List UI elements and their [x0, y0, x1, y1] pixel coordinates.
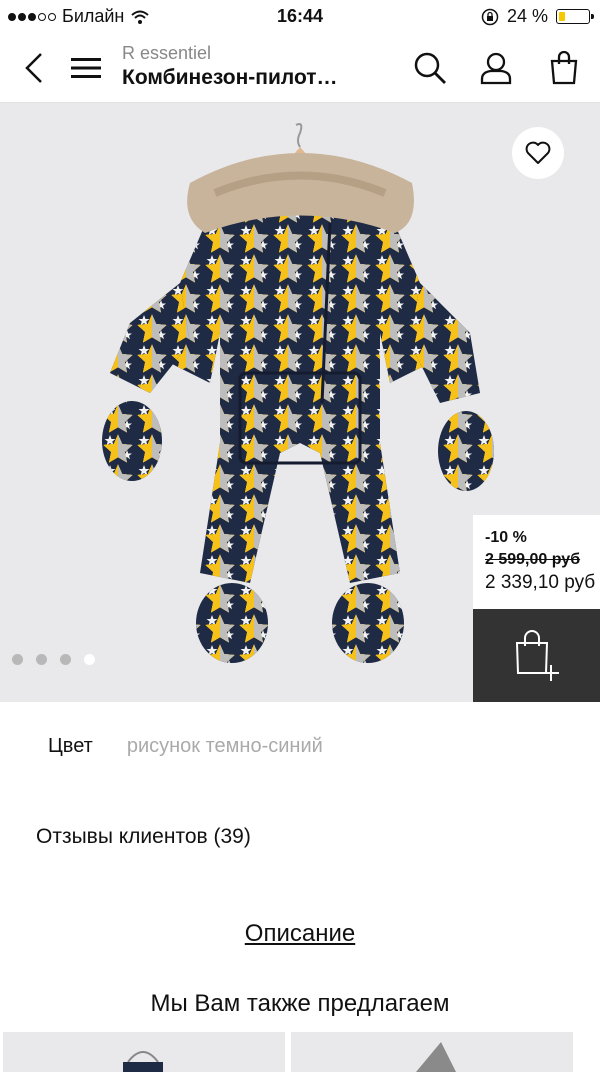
- menu-icon: [71, 58, 101, 78]
- color-label: Цвет: [48, 735, 93, 757]
- suggestions-list: [3, 1032, 600, 1072]
- favorite-button[interactable]: [512, 127, 564, 179]
- battery-percent: 24 %: [506, 6, 548, 26]
- suggested-product-image: [123, 1051, 163, 1072]
- rotation-lock-icon: [481, 8, 499, 25]
- page-title: Комбинезон-пилот…: [122, 66, 338, 89]
- product-gallery[interactable]: -10 % 2 599,00 руб 2 339,10 руб: [0, 103, 600, 702]
- back-button[interactable]: [14, 48, 54, 88]
- gallery-dot[interactable]: [60, 654, 71, 665]
- color-selector[interactable]: Цвет рисунок темно-синий: [48, 735, 323, 758]
- gallery-dot[interactable]: [36, 654, 47, 665]
- heart-icon: [525, 141, 551, 164]
- suggested-product[interactable]: [3, 1032, 285, 1072]
- cart-nav-button[interactable]: [544, 48, 584, 88]
- gallery-dot[interactable]: [12, 654, 23, 665]
- menu-button[interactable]: [66, 48, 106, 88]
- battery-info: 24 %: [481, 6, 594, 27]
- nav-titles: R essentiel Комбинезон-пилот…: [122, 42, 392, 92]
- account-icon: [480, 52, 512, 85]
- nav-bar: R essentiel Комбинезон-пилот…: [0, 34, 600, 103]
- bag-icon: [550, 51, 578, 85]
- gallery-pagination[interactable]: [12, 654, 95, 665]
- suggested-product-image: [416, 1042, 456, 1072]
- gallery-dot[interactable]: [84, 654, 95, 665]
- add-to-bag-icon: [515, 629, 559, 681]
- new-price: 2 339,10 руб: [485, 572, 596, 593]
- search-button[interactable]: [410, 48, 450, 88]
- discount-badge: -10 %: [485, 529, 527, 546]
- reviews-label: Отзывы клиентов (39): [36, 825, 251, 848]
- reviews-row[interactable]: Отзывы клиентов (39): [36, 825, 287, 849]
- suggestions-heading: Мы Вам также предлагаем: [150, 990, 450, 1017]
- suggested-product[interactable]: [291, 1032, 573, 1072]
- old-price: 2 599,00 руб: [485, 551, 581, 568]
- color-value: рисунок темно-синий: [126, 735, 323, 757]
- price-box: -10 % 2 599,00 руб 2 339,10 руб: [473, 515, 600, 609]
- status-bar: Билайн 16:44 24 %: [0, 0, 600, 34]
- account-button[interactable]: [476, 48, 516, 88]
- search-icon: [414, 52, 446, 84]
- add-to-cart-button[interactable]: [473, 609, 600, 702]
- description-link[interactable]: Описание: [0, 920, 600, 948]
- brand-name: R essentiel: [122, 43, 212, 63]
- battery-icon: [556, 9, 594, 24]
- back-icon: [25, 53, 42, 83]
